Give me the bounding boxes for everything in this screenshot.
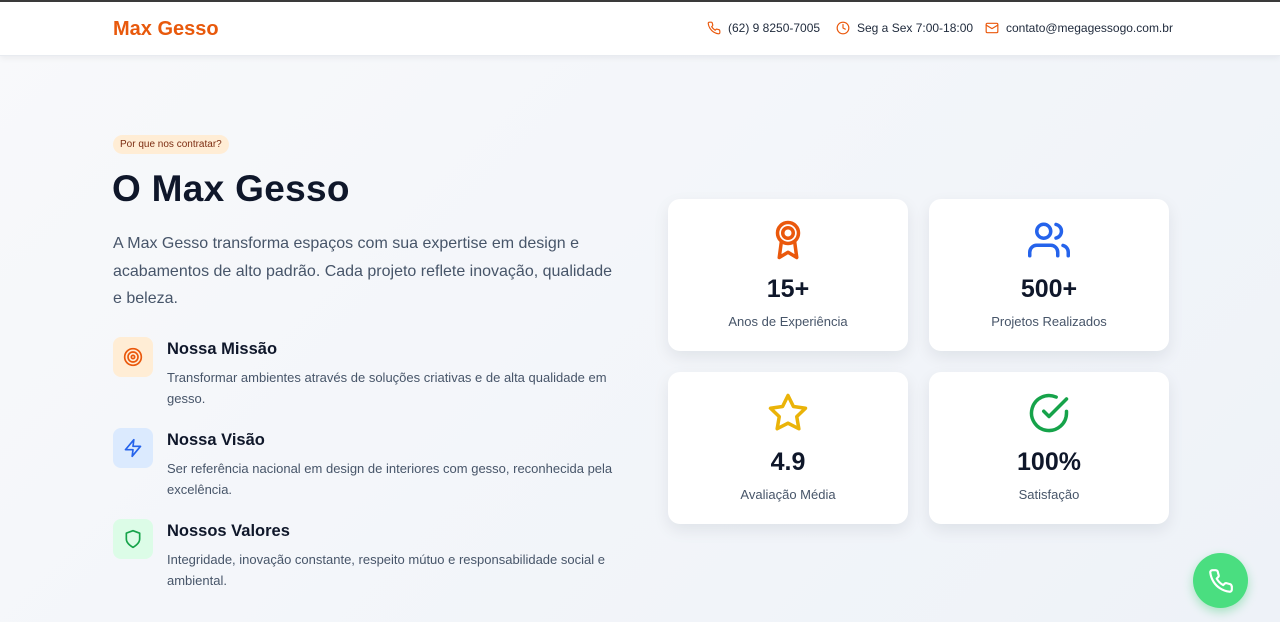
phone-icon: [707, 21, 721, 35]
check-circle-icon: [929, 392, 1169, 434]
stat-card-rating: 4.9 Avaliação Média: [668, 372, 908, 524]
header-email[interactable]: contato@megagessogo.com.br: [985, 21, 1173, 35]
stat-card-projects: 500+ Projetos Realizados: [929, 199, 1169, 351]
header-phone[interactable]: (62) 9 8250-7005: [707, 21, 820, 35]
section-badge: Por que nos contratar?: [113, 135, 229, 154]
users-icon: [929, 219, 1169, 261]
feature-title: Nossa Missão: [167, 340, 278, 358]
email-text: contato@megagessogo.com.br: [1006, 21, 1173, 35]
feature-title: Nossos Valores: [167, 522, 290, 540]
feature-text: Ser referência nacional em design de int…: [167, 461, 613, 497]
stat-label: Projetos Realizados: [991, 314, 1107, 329]
target-icon: [113, 337, 153, 377]
feature-text: Transformar ambientes através de soluçõe…: [167, 370, 607, 406]
clock-icon: [836, 21, 850, 35]
star-icon: [668, 392, 908, 434]
brand-logo[interactable]: Max Gesso: [113, 18, 219, 41]
stat-value: 4.9: [770, 448, 806, 476]
stat-card-satisfaction: 100% Satisfação: [929, 372, 1169, 524]
stat-card-experience: 15+ Anos de Experiência: [668, 199, 908, 351]
stat-value: 15+: [766, 275, 810, 303]
stat-label: Avaliação Média: [740, 487, 836, 502]
stat-label: Anos de Experiência: [728, 314, 848, 329]
section-title: O Max Gesso: [112, 168, 350, 209]
phone-text: (62) 9 8250-7005: [728, 21, 821, 35]
feature-text: Integridade, inovação constante, respeit…: [167, 552, 605, 588]
site-header: Max Gesso (62) 9 8250-7005 Seg a Sex 7:0…: [0, 2, 1280, 56]
stat-value: 500+: [1020, 275, 1078, 303]
mail-icon: [985, 22, 999, 34]
stat-label: Satisfação: [1018, 487, 1080, 502]
award-icon: [668, 219, 908, 261]
shield-icon: [113, 519, 153, 559]
lightning-icon: [113, 428, 153, 468]
header-hours: Seg a Sex 7:00-18:00: [836, 21, 973, 35]
stat-value: 100%: [1017, 448, 1081, 476]
feature-title: Nossa Visão: [167, 431, 265, 449]
hours-text: Seg a Sex 7:00-18:00: [857, 21, 974, 35]
whatsapp-call-button[interactable]: [1193, 553, 1248, 608]
phone-icon: [1208, 568, 1233, 593]
section-lead: A Max Gesso transforma espaços com sua e…: [113, 235, 613, 307]
